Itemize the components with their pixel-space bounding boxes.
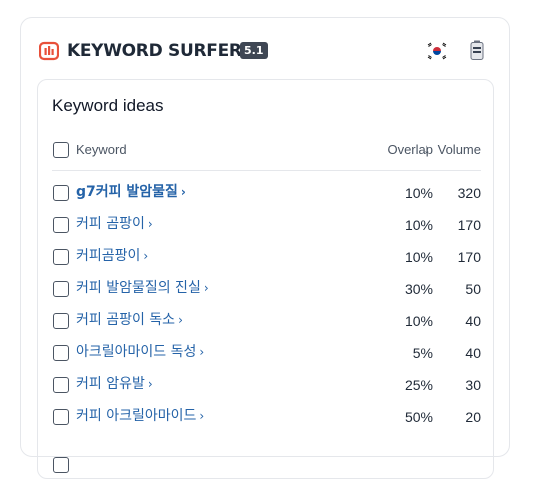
- row-checkbox[interactable]: [53, 345, 69, 361]
- row-checkbox[interactable]: [53, 185, 69, 201]
- overlap-value: 10%: [404, 313, 433, 329]
- overlap-value: 5%: [412, 345, 433, 361]
- table-row: 커피 암유발 › 25% 30: [52, 375, 481, 407]
- table-row: 아크릴아마이드 독성 › 5% 40: [52, 343, 481, 375]
- version-badge: 5.1: [240, 42, 268, 59]
- keyword-link[interactable]: 아크릴아마이드 독성 ›: [76, 343, 204, 362]
- volume-value: 170: [457, 249, 481, 265]
- keyword-link[interactable]: 커피 암유발 ›: [76, 375, 153, 394]
- keyword-link[interactable]: 커피곰팡이 ›: [76, 247, 148, 266]
- surfer-logo-icon: [39, 41, 59, 61]
- volume-value: 50: [465, 281, 481, 297]
- korea-flag-icon[interactable]: [426, 42, 448, 60]
- chevron-right-icon: ›: [203, 281, 209, 295]
- keyword-link[interactable]: 커피 곰팡이 독소 ›: [76, 311, 183, 330]
- chevron-right-icon: ›: [199, 409, 205, 423]
- volume-value: 20: [465, 409, 481, 425]
- chevron-right-icon: ›: [178, 313, 183, 327]
- volume-value: 320: [457, 185, 481, 201]
- row-checkbox[interactable]: [53, 249, 69, 265]
- chevron-right-icon: ›: [199, 345, 205, 359]
- overlap-value: 10%: [404, 217, 433, 233]
- table-header: Keyword Overlap ↓ Volume: [52, 140, 481, 171]
- overlap-value: 50%: [404, 409, 433, 425]
- overlap-value: 10%: [404, 185, 433, 201]
- keyword-link[interactable]: 커피 곰팡이 ›: [76, 215, 153, 234]
- table-row: 커피 곰팡이 독소 › 10% 40: [52, 311, 481, 343]
- overlap-value: 30%: [404, 281, 433, 297]
- keyword-link[interactable]: g7커피 발암물질 ›: [76, 183, 186, 202]
- row-checkbox[interactable]: [53, 281, 69, 297]
- volume-value: 40: [465, 345, 481, 361]
- table-row: 커피 발암물질의 진실 › 30% 50: [52, 279, 481, 311]
- table-row: g7커피 발암물질 › 10% 320: [52, 183, 481, 215]
- keyword-link[interactable]: 커피 아크릴아마이드 ›: [76, 407, 204, 426]
- volume-value: 30: [465, 377, 481, 393]
- row-checkbox[interactable]: [53, 409, 69, 425]
- table-row: 커피곰팡이 › 10% 170: [52, 247, 481, 279]
- keyword-ideas-panel: Keyword ideas Keyword Overlap ↓ Volume g…: [37, 79, 494, 479]
- row-checkbox[interactable]: [53, 457, 69, 473]
- panel-title: Keyword ideas: [52, 96, 164, 115]
- chevron-right-icon: ›: [147, 217, 153, 231]
- chevron-right-icon: ›: [147, 377, 153, 391]
- brand-title: KEYWORD SURFER: [67, 41, 242, 61]
- column-volume[interactable]: Volume: [438, 142, 481, 157]
- widget-header: KEYWORD SURFER 5.1: [21, 18, 509, 78]
- select-all-checkbox[interactable]: [53, 142, 69, 158]
- volume-value: 40: [465, 313, 481, 329]
- row-checkbox[interactable]: [53, 217, 69, 233]
- row-checkbox[interactable]: [53, 313, 69, 329]
- keyword-link[interactable]: 커피 발암물질의 진실 ›: [76, 279, 209, 298]
- row-checkbox[interactable]: [53, 377, 69, 393]
- chevron-right-icon: ›: [180, 185, 186, 199]
- battery-icon[interactable]: [470, 40, 484, 60]
- table-row: 커피 아크릴아마이드 › 50% 20: [52, 407, 481, 439]
- keyword-surfer-widget: KEYWORD SURFER 5.1 Keyword ideas Keyword: [20, 17, 510, 479]
- volume-value: 170: [457, 217, 481, 233]
- chevron-right-icon: ›: [143, 249, 149, 263]
- column-keyword: Keyword: [76, 142, 127, 157]
- overlap-value: 25%: [404, 377, 433, 393]
- overlap-value: 10%: [404, 249, 433, 265]
- table-row: 커피 곰팡이 › 10% 170: [52, 215, 481, 247]
- sort-arrow-icon[interactable]: ↓: [424, 141, 431, 156]
